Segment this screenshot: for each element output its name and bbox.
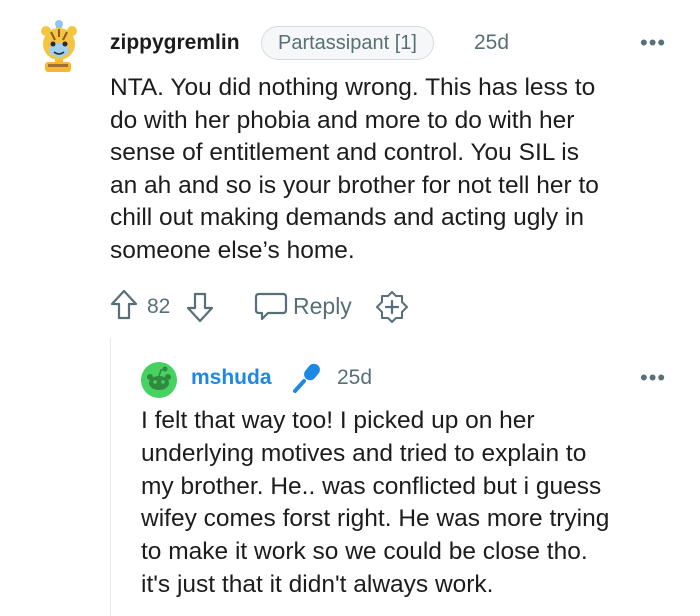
reply-body: I felt that way too! I picked up on her …	[141, 405, 681, 602]
more-options-icon[interactable]: •••	[640, 30, 666, 56]
comment-text-line: NTA. You did nothing wrong. This has les…	[110, 74, 596, 101]
upvote-icon[interactable]	[110, 289, 138, 326]
comment-text-line: someone else’s home.	[110, 236, 355, 264]
comment-text-line: an ah and so is your brother for not tel…	[110, 171, 599, 199]
comment-text-line: chill out making demands and acting ugly…	[110, 204, 584, 231]
reply-text-line: underlying motives and tried to explain …	[141, 439, 587, 467]
reply-timestamp: 25d	[337, 366, 373, 389]
comment-timestamp: 25d	[474, 31, 510, 54]
comment-text-line: do with her phobia and more to do with h…	[110, 106, 575, 134]
user-avatar[interactable]	[34, 20, 84, 74]
reply-text-line: I felt that way too! I picked up on her	[141, 407, 535, 434]
tiger-avatar-icon	[41, 20, 77, 72]
op-microphone-icon	[290, 361, 324, 395]
reply-user-avatar[interactable]	[141, 362, 177, 398]
reply-text-line: my brother. He.. was conflicted but i gu…	[141, 472, 602, 500]
reply-icon[interactable]	[254, 290, 288, 327]
reply-button[interactable]: Reply	[293, 293, 352, 320]
award-icon[interactable]	[375, 290, 409, 329]
comment-body: NTA. You did nothing wrong. This has les…	[110, 72, 670, 267]
user-flair-badge: Partassipant [1]	[261, 26, 434, 60]
downvote-icon[interactable]	[186, 291, 214, 328]
comment-username[interactable]: zippygremlin	[110, 31, 240, 55]
reply-username[interactable]: mshuda	[191, 366, 272, 390]
comment-text-line: sense of entitlement and control. You SI…	[110, 139, 579, 166]
snoo-avatar-icon	[141, 362, 177, 398]
reply-text-line: wifey comes forst right. He was more try…	[141, 505, 610, 533]
vote-count: 82	[147, 295, 171, 318]
reply-more-options-icon[interactable]: •••	[640, 365, 666, 391]
reply-text-line: it's just that it didn't always work.	[141, 570, 494, 598]
reply-text-line: to make it work so we could be close tho…	[141, 538, 588, 566]
thread-line[interactable]	[110, 338, 111, 616]
